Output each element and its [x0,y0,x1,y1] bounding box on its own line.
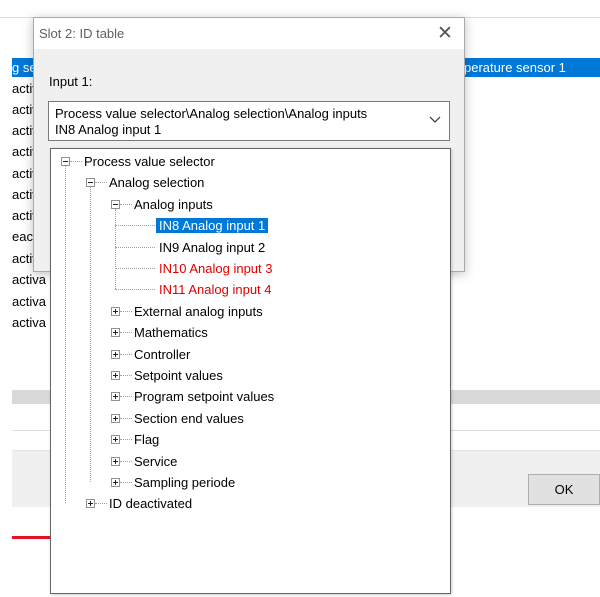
toggle-stroke [113,203,118,205]
tree-connector [120,482,132,483]
tree-item[interactable]: Section end values [51,409,431,427]
tree-item[interactable]: External analog inputs [51,302,431,320]
tree-connector [120,439,132,441]
tree-item[interactable]: Mathematics [51,323,431,341]
tree-item[interactable]: IN11 Analog input 4 [51,280,431,298]
dialog-titlebar[interactable]: Slot 2: ID table ✕ [34,18,464,49]
ok-button[interactable]: OK [528,474,600,505]
plus-box-icon[interactable] [111,328,120,338]
tree-item-label: Controller [134,346,191,362]
plus-box-icon[interactable] [111,371,120,380]
toggle-stroke [115,415,116,421]
tree-connector [120,460,132,462]
toggle-stroke [115,373,116,378]
toggle-stroke [115,308,116,314]
toggle-stroke [115,458,116,464]
toggle-stroke [63,161,68,162]
tree-item[interactable]: Program setpoint values [51,387,431,405]
tree-item-label: Setpoint values [134,368,223,383]
tree-item[interactable]: Sampling periode [51,473,431,491]
close-icon: ✕ [437,23,453,44]
tree-item-label: Service [134,453,178,469]
toggle-stroke [115,437,116,443]
tree-connector [120,332,132,334]
toggle-stroke [90,501,91,507]
tree-item[interactable]: Process value selector [51,152,431,170]
background-row-text-right: perature sensor 1 [464,60,566,75]
tree-connector [115,268,155,269]
input-label: Input 1: [49,74,93,89]
background-row[interactable]: activa [12,269,52,290]
tree-connector [120,417,132,419]
tree-item-label: IN10 Analog input 3 [159,261,273,276]
close-button[interactable]: ✕ [426,18,464,49]
tree-item[interactable]: IN10 Analog input 3 [51,259,431,277]
toggle-stroke [115,330,116,336]
tree-item[interactable]: Controller [51,345,431,363]
minus-box-icon[interactable] [86,178,95,188]
tree-item-label: Section end values [134,410,244,426]
minus-box-icon[interactable] [61,157,70,166]
tree-item-label: IN9 Analog input 2 [159,239,266,255]
toggle-stroke [115,394,116,400]
tree-connector [95,503,107,505]
tree-connector [95,182,107,184]
tree-connector [115,246,155,248]
tree-item-label: IN11 Analog input 4 [159,282,272,298]
tree-item-label: Program setpoint values [134,389,275,405]
tree-item[interactable]: IN8 Analog input 1 [51,216,431,234]
tree-item-label: Mathematics [134,325,208,341]
plus-box-icon[interactable] [111,456,120,466]
plus-box-icon[interactable] [111,478,120,487]
combo-value-line1: Process value selector\Analog selection\… [55,106,368,121]
tree-connector [120,203,132,205]
plus-box-icon[interactable] [86,499,95,509]
background-row[interactable]: activa [12,312,52,333]
process-value-tree[interactable]: Process value selector Analog selection An… [50,148,451,594]
tree-item-label: IN8 Analog input 1 [156,218,269,234]
red-indicator-line [12,536,50,539]
tree-connector [120,375,132,376]
minus-box-icon[interactable] [111,199,120,209]
tree-connector [120,396,132,398]
tree-item-label: External analog inputs [134,303,263,319]
tree-item-label: Analog selection [109,175,205,191]
background-row[interactable]: activa [12,291,52,312]
tree-item-label: Sampling periode [134,475,236,490]
toggle-stroke [88,182,93,184]
tree-connector [115,225,155,227]
dialog-title: Slot 2: ID table [39,26,125,41]
combo-value-line2: IN8 Analog input 1 [55,122,162,137]
combo-value: Process value selector\Analog selection\… [55,106,367,138]
tree-item[interactable]: IN9 Analog input 2 [51,238,431,256]
plus-box-icon[interactable] [111,306,120,316]
tree-connector [115,289,155,291]
tree-item[interactable]: Flag [51,430,431,448]
tree-item-label: ID deactivated [109,496,193,512]
chevron-down-icon[interactable] [429,115,441,125]
tree-item[interactable]: ID deactivated [51,494,431,512]
tree-item-label: Analog inputs [134,196,213,212]
toggle-stroke [115,351,116,357]
tree-item[interactable]: Analog inputs [51,195,431,213]
tree-connector [120,310,132,312]
plus-box-icon[interactable] [111,349,120,359]
toggle-stroke [115,480,116,485]
tree-connector [120,353,132,355]
tree-item[interactable]: Setpoint values [51,366,431,384]
input-combobox[interactable]: Process value selector\Analog selection\… [48,101,450,141]
plus-box-icon[interactable] [111,392,120,402]
tree-connector [70,161,82,162]
tree-item[interactable]: Analog selection [51,173,431,191]
tree-item[interactable]: Service [51,452,431,470]
plus-box-icon[interactable] [111,435,120,445]
tree-item-label: Process value selector [84,154,215,169]
tree-item-label: Flag [134,432,160,448]
plus-box-icon[interactable] [111,413,120,423]
